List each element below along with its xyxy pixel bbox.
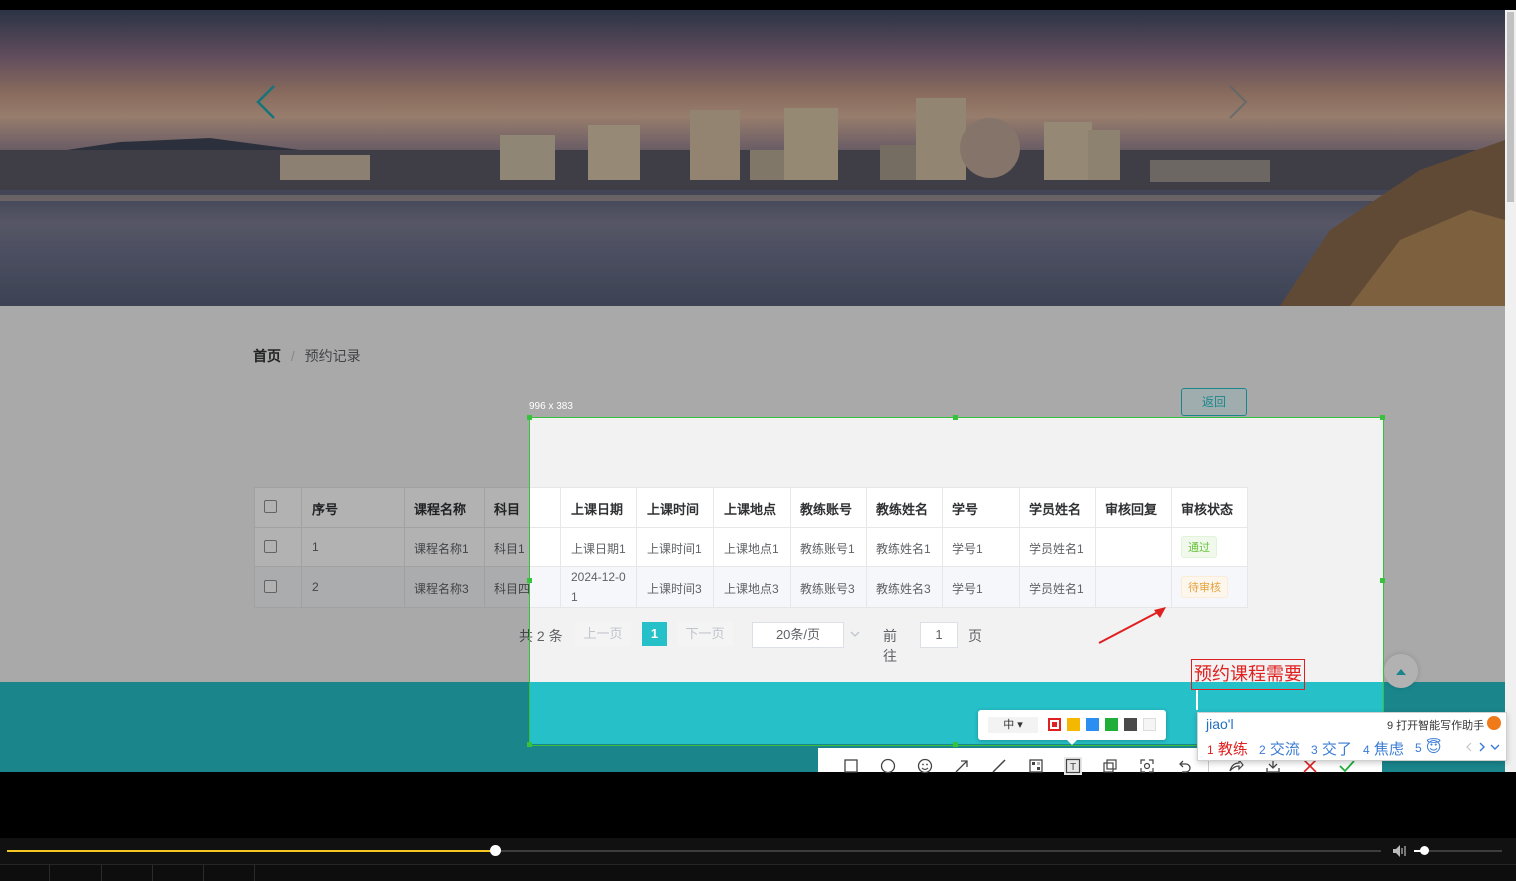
color-swatch-white[interactable]	[1143, 718, 1156, 731]
font-size-select[interactable]: 中 ▾	[988, 717, 1038, 733]
emoji-icon[interactable]	[916, 757, 934, 775]
capture-dim-mask	[0, 10, 1505, 418]
capture-dim-mask	[0, 418, 530, 744]
pin-icon[interactable]	[1101, 757, 1119, 775]
capture-size-label: 996 x 383	[529, 401, 573, 412]
color-swatch-yellow[interactable]	[1067, 718, 1080, 731]
color-swatch-red[interactable]	[1048, 718, 1061, 731]
seek-thumb[interactable]	[489, 845, 501, 856]
ime-composition: jiao'l	[1206, 716, 1234, 732]
color-swatch-green[interactable]	[1105, 718, 1118, 731]
ime-candidate-5[interactable]: 5 😇	[1415, 738, 1442, 756]
line-icon[interactable]	[990, 757, 1008, 775]
ocr-icon[interactable]	[1138, 757, 1156, 775]
text-icon[interactable]: T	[1064, 757, 1082, 775]
ime-candidate-2[interactable]: 2 交流	[1259, 738, 1300, 759]
resize-handle[interactable]	[953, 742, 958, 747]
text-annotation[interactable]: 预约课程需要	[1191, 659, 1305, 690]
ime-logo-icon[interactable]	[1487, 716, 1501, 730]
resize-handle[interactable]	[527, 415, 532, 420]
capture-selection-box[interactable]	[529, 417, 1384, 746]
color-swatch-blue[interactable]	[1086, 718, 1099, 731]
capture-dim-mask	[1383, 418, 1505, 744]
arrow-annotation-icon[interactable]	[1096, 604, 1170, 646]
resize-handle[interactable]	[527, 578, 532, 583]
ime-candidate-1[interactable]: 1 教练	[1207, 738, 1248, 759]
player-button-bar	[0, 864, 1516, 881]
arrow-icon[interactable]	[953, 757, 971, 775]
volume-thumb[interactable]	[1419, 846, 1429, 855]
resize-handle[interactable]	[1380, 415, 1385, 420]
mosaic-icon[interactable]	[1027, 757, 1045, 775]
chevron-left-icon	[1466, 742, 1472, 752]
text-caret	[1196, 690, 1198, 710]
style-bar-pointer	[1066, 739, 1078, 745]
resize-handle[interactable]	[1380, 578, 1385, 583]
chevron-right-icon	[1479, 742, 1485, 752]
svg-text:T: T	[1070, 762, 1076, 773]
ime-candidate-3[interactable]: 3 交了	[1311, 738, 1352, 759]
color-swatch-gray[interactable]	[1124, 718, 1137, 731]
rectangle-icon[interactable]	[842, 757, 860, 775]
volume-icon[interactable]	[1392, 844, 1408, 858]
undo-icon[interactable]	[1175, 757, 1193, 775]
chevron-down-icon	[1490, 744, 1500, 750]
ellipse-icon[interactable]	[879, 757, 897, 775]
page-scrollbar-thumb[interactable]	[1507, 12, 1514, 202]
resize-handle[interactable]	[953, 415, 958, 420]
ime-page-nav[interactable]	[1465, 741, 1501, 753]
seek-progress	[7, 850, 495, 852]
ime-writing-assistant[interactable]: 9 打开智能写作助手	[1387, 717, 1484, 733]
ime-candidate-4[interactable]: 4 焦虑	[1363, 738, 1404, 759]
resize-handle[interactable]	[527, 742, 532, 747]
